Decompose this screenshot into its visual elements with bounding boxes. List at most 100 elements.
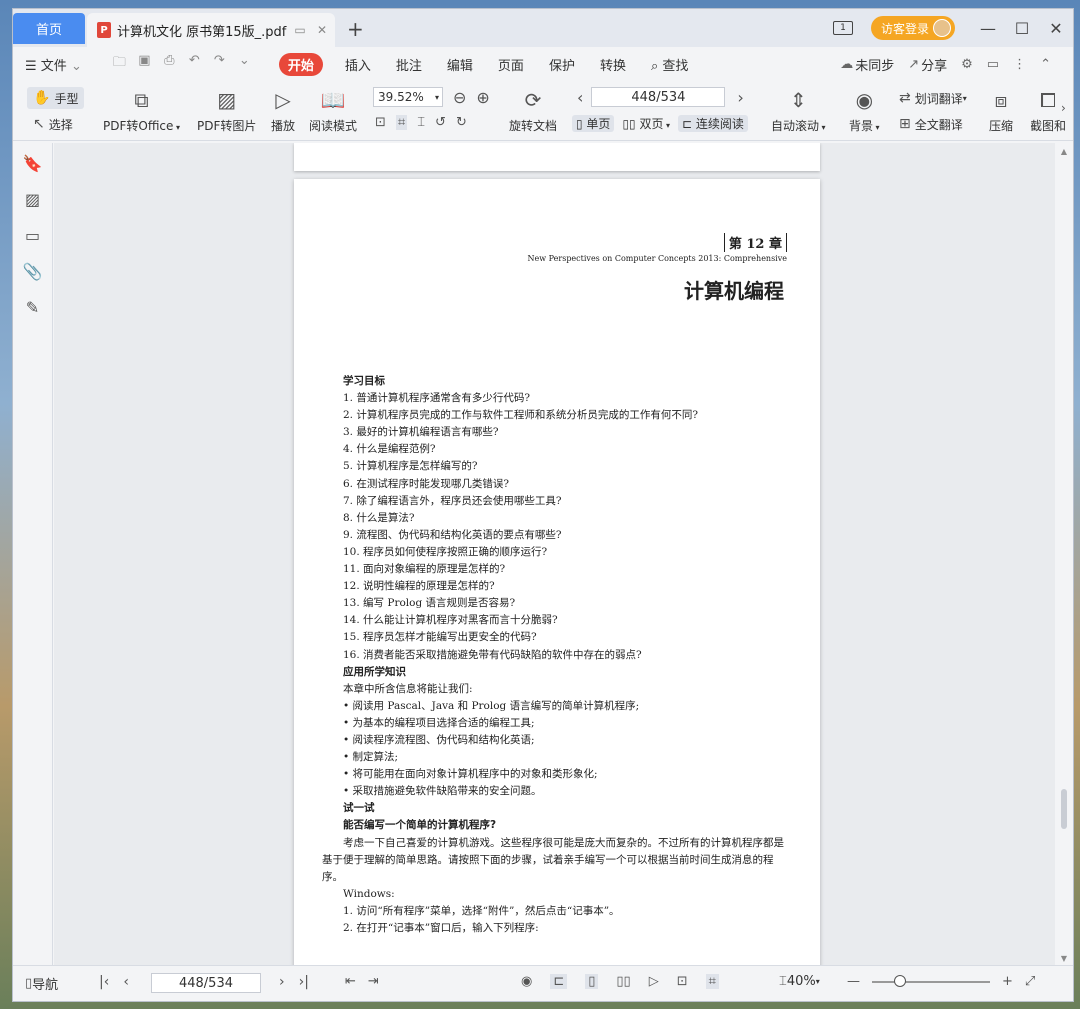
share-button[interactable]: 分享 <box>921 55 947 74</box>
window-layout-icon[interactable]: 1 <box>832 21 853 35</box>
menu-protect[interactable]: 保护 <box>549 55 575 74</box>
zoom-out-icon[interactable]: — <box>847 974 860 989</box>
tab-home[interactable]: 首页 <box>13 13 85 44</box>
fit-page-icon[interactable]: ⌗ <box>395 115 408 130</box>
auto-scroll-button[interactable]: ⇕ 自动滚动 ▾ <box>771 85 826 134</box>
rotate-left-icon[interactable]: ↺ <box>435 115 446 130</box>
background-button[interactable]: ◉ 背景 ▾ <box>849 85 880 134</box>
settings-icon[interactable]: ⚙ <box>961 57 973 72</box>
comment-panel-icon[interactable]: ▭ <box>13 217 52 253</box>
open-folder-icon[interactable]: 🗀 <box>107 53 132 75</box>
vertical-scrollbar[interactable]: ▲ ▼ <box>1055 143 1073 967</box>
hand-tool-button[interactable]: ✋ 手型 <box>27 87 85 109</box>
more-icon[interactable]: ⋮ <box>1013 57 1026 72</box>
fit-page-icon[interactable]: ⌗ <box>705 974 719 989</box>
pdf-to-office-button[interactable]: ⧉ PDF转Office ▾ <box>103 85 180 134</box>
unsync-button[interactable]: 未同步 <box>855 55 894 74</box>
continuous-mode-icon[interactable]: ⊏ <box>550 974 568 989</box>
pin-icon[interactable]: ▭ <box>291 23 309 37</box>
print-icon[interactable]: ⎙ <box>157 53 182 75</box>
bookmark-icon[interactable]: 🔖 <box>13 145 52 181</box>
menu-annotate[interactable]: 批注 <box>396 55 422 74</box>
zoom-slider[interactable] <box>872 974 990 987</box>
first-page-icon[interactable]: |‹ <box>99 974 109 990</box>
close-tab-icon[interactable]: ✕ <box>313 23 331 37</box>
prev-page-icon[interactable]: ‹ <box>577 88 583 107</box>
fullscreen-icon[interactable]: ⤢ <box>1025 974 1035 989</box>
pdf-to-image-button[interactable]: ▨ PDF转图片 <box>197 85 256 134</box>
status-page-input[interactable]: 448/534 <box>151 973 261 993</box>
collapse-ribbon-icon[interactable]: ⌃ <box>1040 57 1051 72</box>
back-icon[interactable]: ⇤ <box>345 974 356 989</box>
ribbon-scroll-right-icon[interactable]: › <box>1061 101 1066 115</box>
screenshot-button[interactable]: ⧠ 截图和 <box>1031 85 1065 134</box>
search-box[interactable]: ⌕ 查找 <box>651 55 688 74</box>
menu-start[interactable]: 开始 <box>278 52 323 76</box>
window-controls: 1 访客登录 — ☐ ✕ <box>832 9 1073 47</box>
play-button[interactable]: ▷ 播放 <box>271 85 295 134</box>
new-tab-button[interactable]: + <box>347 17 364 41</box>
read-mode-label: 阅读模式 <box>309 119 358 133</box>
last-page-icon[interactable]: ›| <box>299 974 309 990</box>
actual-size-icon[interactable]: ⊡ <box>375 115 386 130</box>
attachment-icon[interactable]: 📎 <box>13 253 52 289</box>
double-page-mode-icon[interactable]: ▯▯ <box>616 974 630 989</box>
redo-icon[interactable]: ↷ <box>207 53 232 75</box>
thumbnail-icon[interactable]: ▨ <box>13 181 52 217</box>
actual-size-icon[interactable]: ⊡ <box>677 974 688 989</box>
compress-button[interactable]: ⧈ 压缩 <box>989 85 1013 134</box>
prev-page-icon[interactable]: ‹ <box>123 974 129 990</box>
select-tool-button[interactable]: ↖ 选择 <box>33 113 73 135</box>
next-page-icon[interactable]: › <box>279 974 285 990</box>
fit-width-icon[interactable]: ⌶ <box>417 115 425 130</box>
signature-icon[interactable]: ✎ <box>13 289 52 325</box>
zoom-input[interactable]: 39.52% ▾ <box>373 87 443 107</box>
full-translate-button[interactable]: ⊞ 全文翻译 <box>899 113 963 135</box>
rotate-right-icon[interactable]: ↻ <box>456 115 467 130</box>
page-number-input[interactable]: 448/534 <box>591 87 726 107</box>
save-icon[interactable]: ▣ <box>132 53 157 75</box>
zoom-select[interactable]: ⌶ 40% ▾ <box>779 974 820 989</box>
navigation-toggle[interactable]: ▯ 导航 <box>25 974 58 993</box>
forward-icon[interactable]: ⇥ <box>368 974 379 989</box>
zoom-in-icon[interactable]: + <box>1002 974 1013 989</box>
dropdown-caret-icon: ▾ <box>819 123 826 132</box>
undo-icon[interactable]: ↶ <box>182 53 207 75</box>
menu-convert[interactable]: 转换 <box>600 55 626 74</box>
scroll-down-icon[interactable]: ▼ <box>1055 954 1073 963</box>
rotate-document-button[interactable]: ⟳ 旋转文档 <box>509 85 557 134</box>
more-quick-icon[interactable]: ⌄ <box>232 53 257 75</box>
scroll-thumb[interactable] <box>1061 789 1067 829</box>
zoom-slider-knob[interactable] <box>894 974 906 987</box>
single-page-button[interactable]: ▯ 单页 <box>572 115 615 132</box>
close-window-icon[interactable]: ✕ <box>1039 19 1073 38</box>
menu-page[interactable]: 页面 <box>498 55 524 74</box>
document-viewer[interactable]: 第 12 章 New Perspectives on Computer Conc… <box>54 143 1057 967</box>
double-page-button[interactable]: ▯▯ 双页 ▾ <box>622 115 670 132</box>
eye-protect-icon[interactable]: ◉ <box>521 974 532 989</box>
single-page-mode-icon[interactable]: ▯ <box>585 974 599 989</box>
apply-item: • 阅读用 Pascal、Java 和 Prolog 语言编写的简单计算机程序; <box>343 699 640 712</box>
comment-icon[interactable]: ▭ <box>987 57 999 72</box>
read-mode-button[interactable]: 📖 阅读模式 <box>309 85 357 134</box>
word-translate-button[interactable]: ⇄ 划词翻译 ▾ <box>899 87 967 109</box>
compress-icon: ⧈ <box>994 88 1008 112</box>
menu-insert[interactable]: 插入 <box>345 55 371 74</box>
page-navigator: ‹ 448/534 › <box>577 87 744 107</box>
continuous-read-button[interactable]: ⊏ 连续阅读 <box>678 115 748 132</box>
play-mode-icon[interactable]: ▷ <box>649 974 659 989</box>
zoom-out-icon[interactable]: ⊖ <box>453 88 466 107</box>
minimize-icon[interactable]: — <box>971 19 1005 38</box>
next-page-icon[interactable]: › <box>737 88 743 107</box>
screenshot-icon: ⧠ <box>1040 88 1056 112</box>
scroll-up-icon[interactable]: ▲ <box>1055 147 1073 156</box>
page-nav-buttons-right: › ›| <box>279 974 309 990</box>
menu-edit[interactable]: 编辑 <box>447 55 473 74</box>
goal-item: 15. 程序员怎样才能编写出更安全的代码? <box>343 631 537 644</box>
file-menu[interactable]: ☰ 文件 ⌄ <box>25 55 82 74</box>
zoom-in-icon[interactable]: ⊕ <box>476 88 489 107</box>
guest-login-button[interactable]: 访客登录 <box>870 16 955 40</box>
tab-document[interactable]: P 计算机文化 原书第15版_.pdf ▭ ✕ <box>87 13 335 47</box>
maximize-icon[interactable]: ☐ <box>1005 19 1039 38</box>
chevron-down-icon: ▾ <box>815 977 820 986</box>
